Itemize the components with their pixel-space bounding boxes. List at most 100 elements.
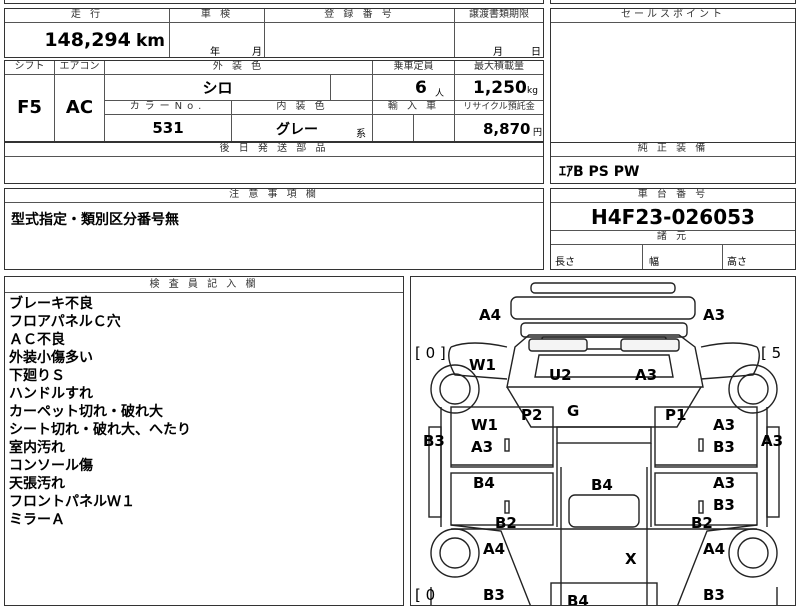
height-cell: 高さ [723, 245, 795, 269]
note-line: フロントパネルＷ１ [9, 494, 135, 510]
damage-code: A3 [713, 474, 736, 492]
aircon-header: エアコン [55, 61, 105, 75]
max-load-unit: kg [527, 86, 538, 96]
shift-header: シフト [5, 61, 55, 75]
note-line: 天張汚れ [9, 476, 65, 492]
max-load-cell: 1,250 kg [455, 75, 543, 101]
damage-diagram: [ 0 ] [ 5 [ 0 A4 A3 W1 U2 A3 G P2 P1 W1 … [410, 276, 796, 606]
damage-code: W1 [469, 356, 496, 374]
capacity-value: 6 [415, 78, 427, 98]
registration-header: 登 録 番 号 [265, 9, 455, 23]
caution-header: 注 意 事 項 欄 [5, 189, 543, 203]
spec-block: シフト エアコン 外 装 色 乗車定員 最大積載量 F5 AC シロ 6 人 1… [4, 60, 544, 142]
recycle-header: リサイクル預託金 [455, 101, 543, 115]
dimensions-header: 諸 元 [551, 231, 795, 245]
shift-value: F5 [17, 97, 42, 118]
note-line: コンソール傷 [9, 458, 93, 474]
damage-code: B3 [703, 586, 725, 604]
transfer-header: 譲渡書類期限 [455, 9, 543, 23]
car-outline [428, 282, 780, 605]
genuine-equipment-box: 純 正 装 備 ｴｱB PS PW [550, 142, 796, 184]
inspection-header: 車 検 [170, 9, 265, 23]
damage-code: A3 [703, 306, 726, 324]
top-strip-right [550, 0, 796, 4]
damage-code: B2 [495, 514, 517, 532]
aircon-value: AC [65, 97, 94, 118]
damage-code: B4 [591, 476, 613, 494]
capacity-unit: 人 [435, 89, 445, 99]
chassis-box: 車 台 番 号 H4F23-026053 諸 元 長さ 幅 高さ [550, 188, 796, 270]
damage-code: A3 [471, 438, 494, 456]
sales-point-header: セールスポイント [551, 9, 795, 23]
width-cell: 幅 [643, 245, 723, 269]
note-line: ハンドルすれ [9, 386, 93, 402]
height-label: 高さ [727, 257, 747, 268]
length-cell: 長さ [551, 245, 643, 269]
damage-code: A4 [479, 306, 502, 324]
color-no-header: カラーNo. [105, 101, 232, 115]
damage-code: A4 [703, 540, 726, 558]
chassis-cell: H4F23-026053 [551, 203, 795, 231]
max-load-value: 1,250 [473, 78, 527, 98]
import-cell-2 [414, 115, 455, 141]
note-line: 外装小傷多い [9, 350, 93, 366]
genuine-equipment-value: ｴｱB PS PW [559, 164, 640, 180]
note-line: ブレーキ不良 [9, 296, 93, 312]
aircon-cell: AC [55, 75, 105, 141]
interior-color-suffix: 系 [356, 129, 366, 140]
right-bracket: [ 5 [761, 344, 782, 362]
interior-color-cell: グレー 系 [232, 115, 373, 141]
caution-box: 注 意 事 項 欄 型式指定・類別区分番号無 [4, 188, 544, 270]
color-no-cell: 531 [105, 115, 232, 141]
inspection-month: 月 [252, 47, 262, 57]
damage-code: A3 [713, 416, 736, 434]
inspector-header: 検 査 員 記 入 欄 [5, 277, 403, 293]
note-line: 室内汚れ [9, 440, 65, 456]
mileage-unit: km [135, 31, 165, 51]
recycle-unit: 円 [533, 128, 543, 138]
chassis-value: H4F23-026053 [591, 205, 755, 229]
later-parts-box: 後 日 発 送 部 品 [4, 142, 544, 184]
interior-color-header: 内 装 色 [232, 101, 373, 115]
genuine-equipment-header: 純 正 装 備 [551, 143, 795, 157]
inspector-box: 検 査 員 記 入 欄 ブレーキ不良 フロアパネルＣ穴 ＡＣ不良 外装小傷多い … [4, 276, 404, 606]
damage-code: U2 [549, 366, 572, 384]
transfer-month: 月 [493, 47, 503, 57]
damage-code: W1 [471, 416, 498, 434]
damage-code: P1 [665, 406, 687, 424]
mileage-value: 148,294 [44, 29, 131, 51]
caution-value: 型式指定・類別区分番号無 [11, 212, 179, 228]
note-line: フロアパネルＣ穴 [9, 314, 121, 330]
note-line: 下廻りＳ [9, 368, 65, 384]
mileage-header: 走 行 [5, 9, 170, 23]
width-label: 幅 [649, 257, 659, 268]
transfer-day: 日 [531, 47, 541, 57]
capacity-cell: 6 人 [373, 75, 455, 101]
top-strip [4, 0, 544, 4]
note-line: ミラーＡ [9, 512, 65, 528]
registration-cell [265, 23, 455, 57]
max-load-header: 最大積載量 [455, 61, 543, 75]
left-bracket: [ 0 ] [415, 344, 446, 362]
exterior-color-value: シロ [202, 79, 233, 97]
shift-cell: F5 [5, 75, 55, 141]
import-header: 輸 入 車 [373, 101, 455, 115]
import-cell-1 [373, 115, 414, 141]
chassis-header: 車 台 番 号 [551, 189, 795, 203]
exterior-color-header: 外 装 色 [105, 61, 373, 75]
recycle-value: 8,870 [483, 120, 531, 138]
exterior-color-extra [331, 75, 373, 101]
damage-code: P2 [521, 406, 543, 424]
damage-code: B3 [423, 432, 445, 450]
note-line: ＡＣ不良 [9, 332, 65, 348]
damage-code: B2 [691, 514, 713, 532]
left-bracket-bottom: [ 0 [415, 586, 436, 604]
inspector-lines: ブレーキ不良 フロアパネルＣ穴 ＡＣ不良 外装小傷多い 下廻りＳ ハンドルすれ … [9, 295, 191, 529]
recycle-cell: 8,870 円 [455, 115, 543, 141]
later-parts-header: 後 日 発 送 部 品 [5, 143, 543, 157]
registration-block: 走 行 車 検 登 録 番 号 譲渡書類期限 148,294 km 年 月 月 … [4, 8, 544, 58]
color-no-value: 531 [152, 119, 184, 137]
inspection-cell: 年 月 [170, 23, 265, 57]
inspection-year: 年 [210, 47, 220, 57]
transfer-cell: 月 日 [455, 23, 543, 57]
